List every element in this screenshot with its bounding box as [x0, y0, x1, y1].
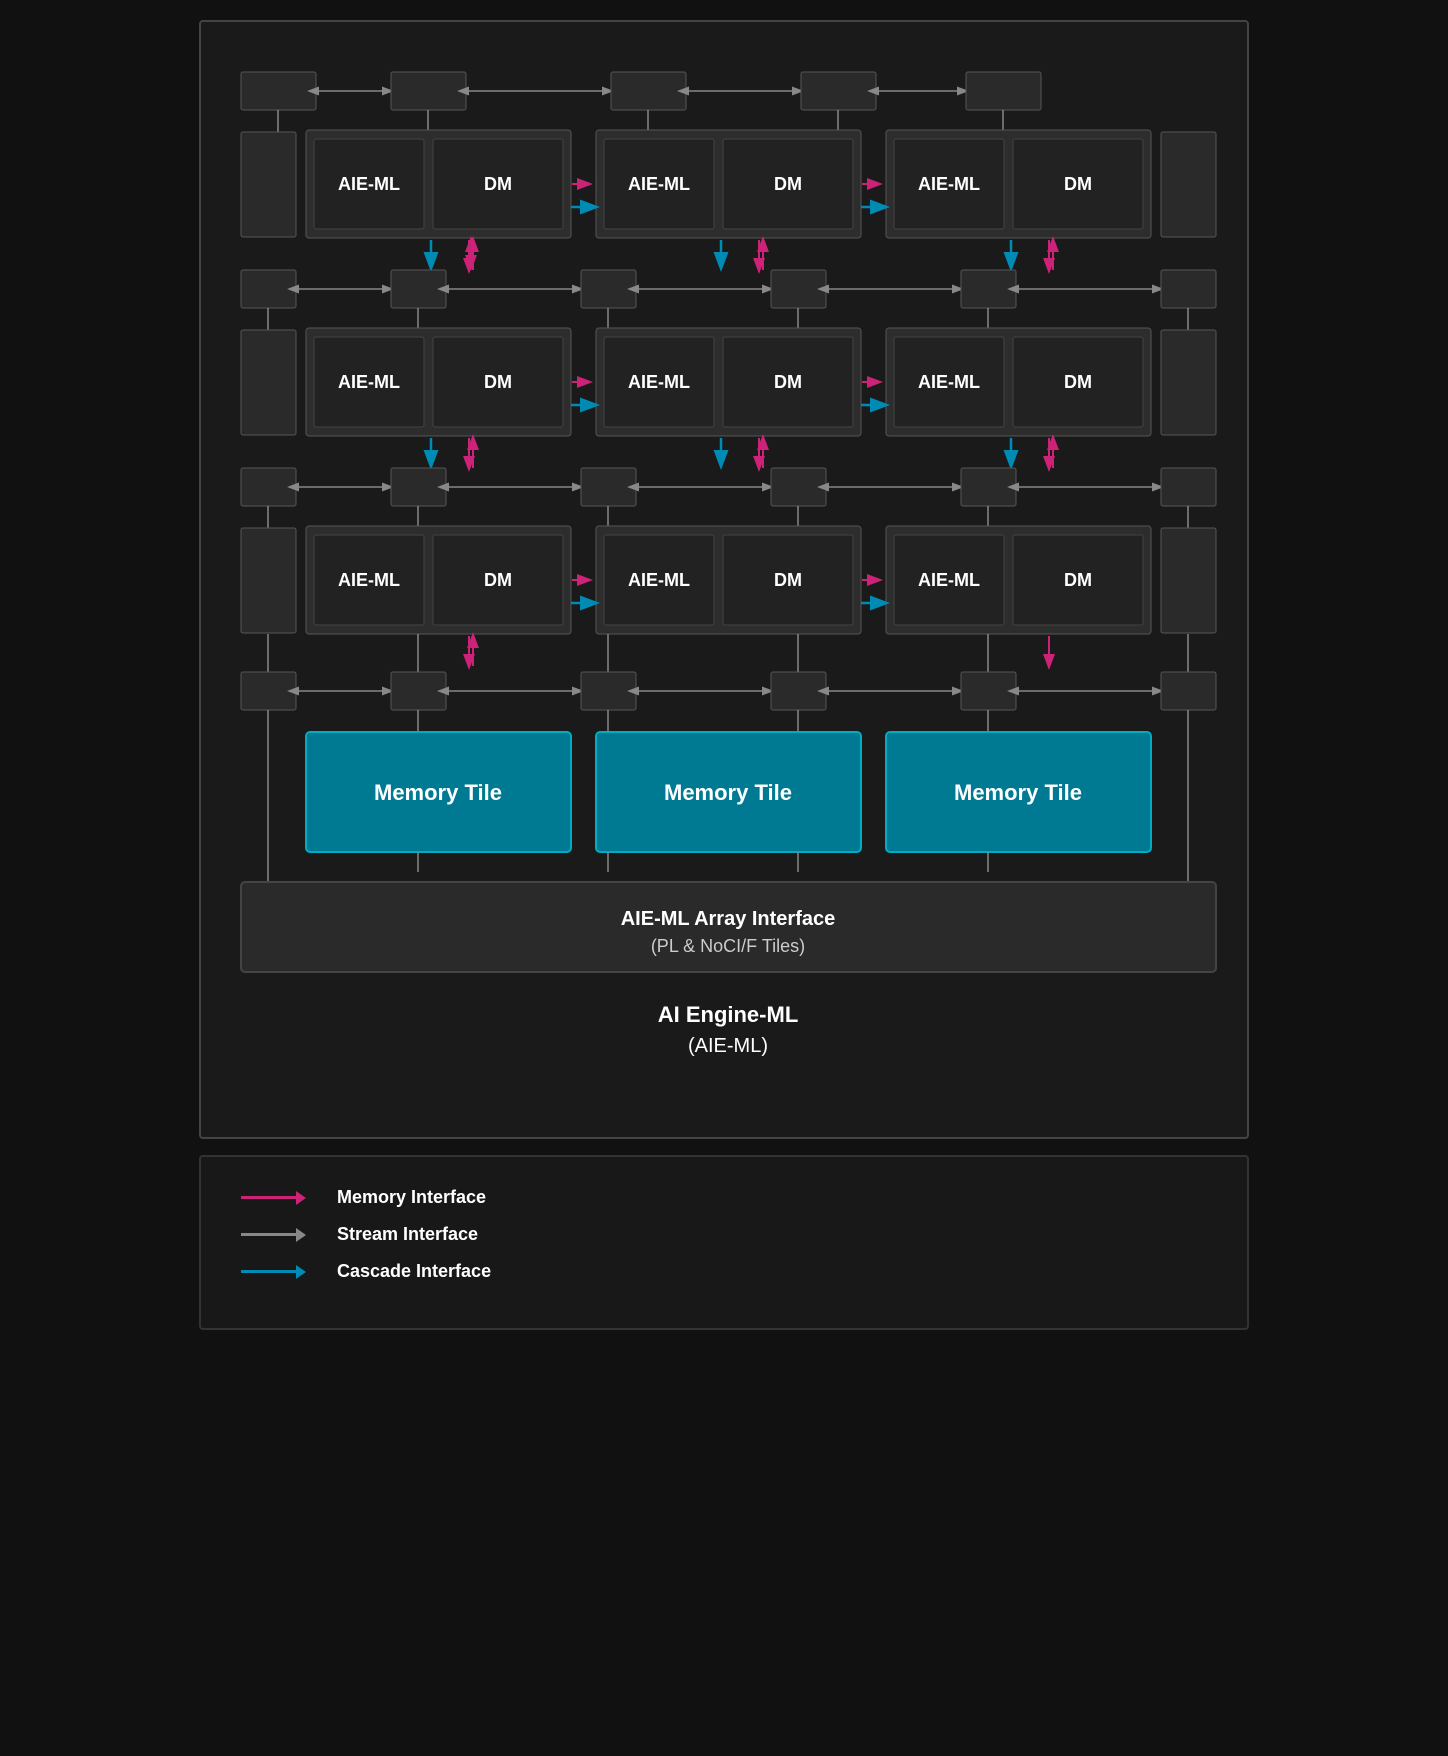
- tile-r2-c3-aie: AIE-ML: [918, 372, 980, 392]
- memory-tile-2: Memory Tile: [664, 780, 792, 805]
- interface-bar-line2: (PL & NoCI/F Tiles): [651, 936, 805, 956]
- cascade-interface-label: Cascade Interface: [337, 1261, 491, 1282]
- bottom-label-line1: AI Engine-ML: [658, 1002, 799, 1027]
- tile-r3-c1-aie: AIE-ML: [338, 570, 400, 590]
- memory-arrow-icon: [241, 1191, 321, 1205]
- stream-arrow-icon: [241, 1228, 321, 1242]
- memory-tile-1: Memory Tile: [374, 780, 502, 805]
- bottom-label-line2: (AIE-ML): [688, 1035, 768, 1057]
- legend-item-memory: Memory Interface: [241, 1187, 1207, 1208]
- legend-item-cascade: Cascade Interface: [241, 1261, 1207, 1282]
- tile-r1-c3-aie: AIE-ML: [918, 174, 980, 194]
- tile-r3-c1-dm: DM: [484, 570, 512, 590]
- legend-section: Memory Interface Stream Interface Cascad…: [199, 1155, 1249, 1330]
- tile-r3-c3-aie: AIE-ML: [918, 570, 980, 590]
- tile-r2-c2-aie: AIE-ML: [628, 372, 690, 392]
- tile-r1-c1-dm: DM: [484, 174, 512, 194]
- cascade-arrow-icon: [241, 1265, 321, 1279]
- tile-r3-c2-dm: DM: [774, 570, 802, 590]
- tile-r1-c1-aie: AIE-ML: [338, 174, 400, 194]
- tile-r2-c3-dm: DM: [1064, 372, 1092, 392]
- tile-r3-c2-aie: AIE-ML: [628, 570, 690, 590]
- tile-r1-c2-aie: AIE-ML: [628, 174, 690, 194]
- memory-interface-label: Memory Interface: [337, 1187, 486, 1208]
- tile-r1-c3-dm: DM: [1064, 174, 1092, 194]
- tile-r2-c1-dm: DM: [484, 372, 512, 392]
- main-diagram-svg: AIE-ML DM AIE-ML DM AIE-ML DM: [221, 52, 1231, 1112]
- memory-tile-3: Memory Tile: [954, 780, 1082, 805]
- diagram-area: AIE-ML DM AIE-ML DM AIE-ML DM: [199, 20, 1249, 1139]
- tile-r2-c2-dm: DM: [774, 372, 802, 392]
- tile-r1-c2-dm: DM: [774, 174, 802, 194]
- interface-bar-line1: AIE-ML Array Interface: [621, 908, 836, 930]
- tile-r2-c1-aie: AIE-ML: [338, 372, 400, 392]
- legend-item-stream: Stream Interface: [241, 1224, 1207, 1245]
- tile-r3-c3-dm: DM: [1064, 570, 1092, 590]
- stream-interface-label: Stream Interface: [337, 1224, 478, 1245]
- diagram-svg-container: AIE-ML DM AIE-ML DM AIE-ML DM: [221, 52, 1231, 1117]
